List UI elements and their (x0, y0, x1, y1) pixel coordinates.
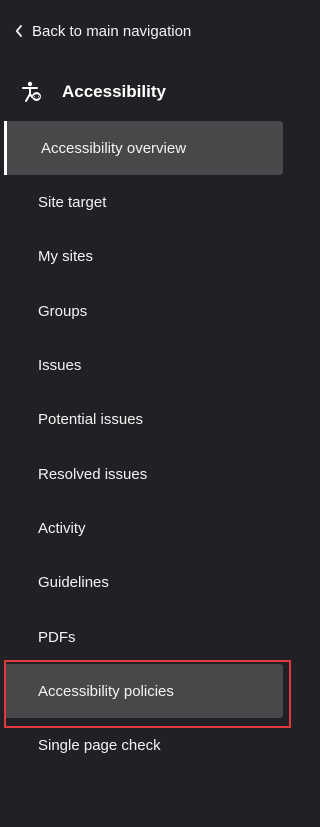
nav-item-resolved-issues[interactable]: Resolved issues (0, 447, 295, 501)
nav-item-single-page-check[interactable]: Single page check (0, 719, 295, 773)
nav-item-accessibility-overview[interactable]: Accessibility overview (4, 121, 283, 175)
nav-item-guidelines[interactable]: Guidelines (0, 556, 295, 610)
back-link-label: Back to main navigation (32, 22, 192, 40)
nav-item-potential-issues[interactable]: Potential issues (0, 393, 295, 447)
nav-item-label: Potential issues (38, 411, 144, 429)
nav-item-label: Groups (38, 302, 88, 320)
nav-item-pdfs[interactable]: PDFs (0, 610, 295, 664)
nav-item-label: PDFs (38, 628, 76, 646)
nav-item-label: Activity (38, 519, 86, 537)
nav-item-label: Issues (38, 356, 82, 374)
section-title: Accessibility (62, 82, 166, 101)
nav-item-my-sites[interactable]: My sites (0, 230, 295, 284)
nav-item-accessibility-policies[interactable]: Accessibility policies (4, 664, 283, 719)
accessibility-icon (20, 80, 44, 104)
nav-list: Accessibility overview Site target My si… (0, 121, 295, 773)
nav-item-label: Site target (38, 193, 107, 211)
nav-item-label: Accessibility overview (41, 139, 187, 157)
nav-item-label: Guidelines (38, 574, 109, 592)
nav-item-label: Resolved issues (38, 465, 148, 483)
nav-item-site-target[interactable]: Site target (0, 175, 295, 229)
section-header: Accessibility (20, 78, 166, 106)
nav-item-label: My sites (38, 248, 94, 266)
back-to-main-navigation-link[interactable]: Back to main navigation (14, 21, 191, 41)
nav-item-label: Single page check (38, 737, 161, 755)
chevron-left-icon (14, 24, 24, 38)
nav-item-groups[interactable]: Groups (0, 284, 295, 338)
nav-item-label: Accessibility policies (38, 682, 174, 700)
nav-item-issues[interactable]: Issues (0, 338, 295, 392)
nav-item-activity[interactable]: Activity (0, 501, 295, 555)
